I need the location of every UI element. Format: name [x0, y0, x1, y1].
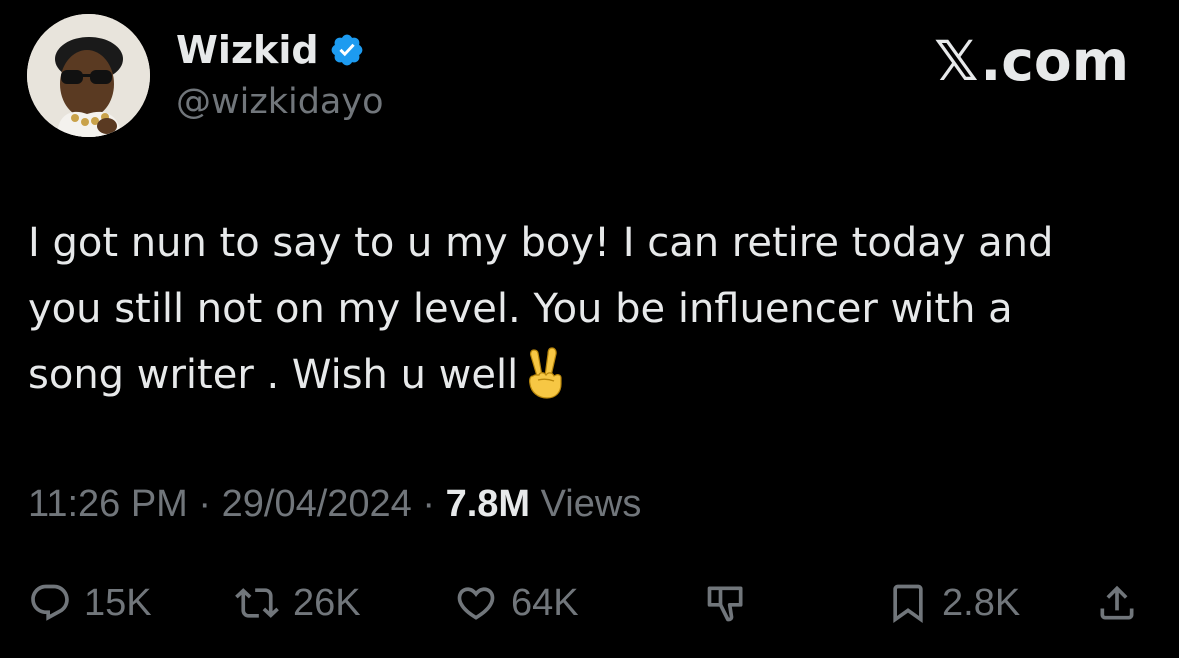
repost-count: 26K: [293, 581, 361, 624]
watermark-suffix: .com: [980, 29, 1129, 93]
meta-separator: ·: [198, 483, 212, 525]
views-count: 7.8M: [445, 483, 531, 525]
meta-separator: ·: [422, 483, 436, 525]
tweet-body: I got nun to say to u my boy! I can reti…: [28, 210, 1138, 420]
share-icon: [1100, 585, 1134, 620]
reply-button[interactable]: 15K: [28, 573, 152, 633]
like-count: 64K: [511, 581, 579, 624]
action-bar: 15K 26K 64K 2.8K: [0, 573, 1179, 633]
victory-hand-emoji-icon: [524, 346, 568, 420]
author-handle[interactable]: @wizkidayo: [176, 82, 384, 122]
like-button[interactable]: 64K: [453, 573, 579, 633]
x-com-watermark: 𝕏 .com: [934, 26, 1129, 96]
repost-icon: [235, 588, 279, 618]
verified-badge-icon: [329, 32, 365, 68]
reply-icon: [31, 584, 69, 621]
x-logo-icon: 𝕏: [934, 29, 979, 93]
reply-count: 15K: [84, 581, 152, 624]
thumbs-down-icon: [707, 586, 743, 622]
heart-icon: [457, 587, 495, 620]
share-button[interactable]: [1095, 573, 1139, 633]
tweet-date[interactable]: 29/04/2024: [222, 483, 412, 525]
repost-button[interactable]: 26K: [233, 573, 361, 633]
bookmark-count: 2.8K: [942, 581, 1021, 624]
bookmark-button[interactable]: 2.8K: [886, 573, 1020, 633]
bookmark-icon: [893, 584, 923, 624]
author-name-row[interactable]: Wizkid: [176, 28, 365, 72]
avatar[interactable]: [27, 14, 150, 137]
tweet-meta: 11:26 PM · 29/04/2024 · 7.8M Views: [28, 480, 641, 528]
profile-photo-icon: [27, 14, 150, 137]
views-label: Views: [540, 483, 642, 525]
downvote-button[interactable]: [704, 573, 748, 633]
author-display-name[interactable]: Wizkid: [176, 28, 319, 72]
tweet-time[interactable]: 11:26 PM: [28, 483, 188, 525]
